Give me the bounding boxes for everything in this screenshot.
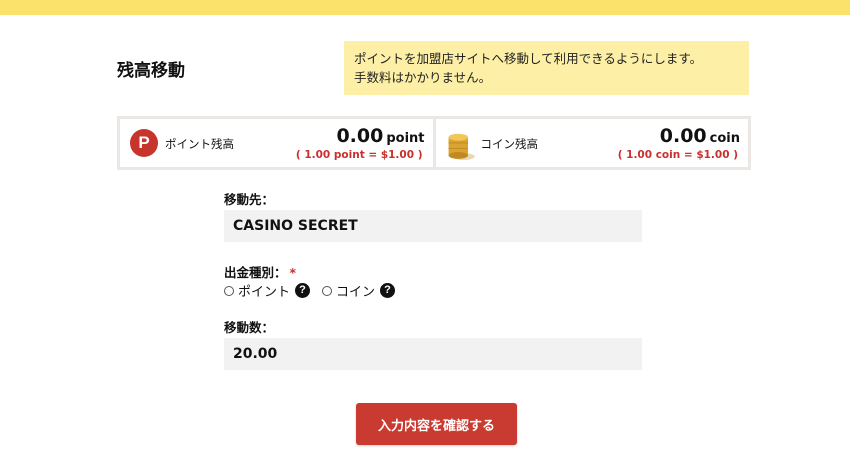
withdraw-type-radio-group: ポイント ? コイン ? xyxy=(224,281,407,300)
top-bar xyxy=(0,0,850,15)
point-balance-amount: 0.00 point xyxy=(336,125,424,147)
coin-balance-unit: coin xyxy=(709,131,740,146)
radio-point-circle[interactable] xyxy=(224,285,234,296)
point-balance-label: ポイント残高 xyxy=(165,137,234,151)
info-line-1: ポイントを加盟店サイトへ移動して利用できるようにします。 xyxy=(354,51,703,66)
coin-balance-label: コイン残高 xyxy=(480,137,539,151)
info-line-2: 手数料はかかりません。 xyxy=(354,70,492,85)
point-rate: ( 1.00 point = $1.00 ) xyxy=(295,149,423,161)
balance-panel: P ポイント残高 0.00 point ( 1.00 point = $1.00 … xyxy=(117,116,751,170)
point-help-icon[interactable]: ? xyxy=(295,283,311,298)
coin-stack-icon xyxy=(448,133,475,160)
info-box: ポイントを加盟店サイトへ移動して利用できるようにします。 手数料はかかりません。 xyxy=(344,41,749,95)
withdraw-type-label: 出金種別： * xyxy=(224,262,296,281)
coin-balance-amount: 0.00 coin xyxy=(660,125,740,147)
confirm-button[interactable]: 入力内容を確認する xyxy=(356,403,517,445)
coin-balance-value: 0.00 xyxy=(659,125,707,147)
point-balance-unit: point xyxy=(386,131,425,146)
destination-field: CASINO SECRET xyxy=(224,210,642,242)
page-title: 残高移動 xyxy=(117,61,185,81)
radio-coin-label: コイン xyxy=(336,285,376,300)
required-mark: * xyxy=(289,265,297,280)
coin-rate: ( 1.00 coin = $1.00 ) xyxy=(617,149,738,161)
radio-coin[interactable]: コイン ? xyxy=(322,281,396,300)
radio-point-label: ポイント xyxy=(238,285,291,300)
point-balance-card: P ポイント残高 0.00 point ( 1.00 point = $1.00 … xyxy=(120,119,433,167)
coin-help-icon[interactable]: ? xyxy=(380,283,396,298)
amount-label: 移動数： xyxy=(224,320,275,335)
radio-point[interactable]: ポイント ? xyxy=(224,281,311,300)
point-icon: P xyxy=(130,129,158,157)
point-balance-value: 0.00 xyxy=(336,125,384,147)
withdraw-type-label-text: 出金種別： xyxy=(224,265,287,280)
destination-label: 移動先： xyxy=(224,192,275,207)
amount-field[interactable]: 20.00 xyxy=(224,338,642,370)
radio-coin-circle[interactable] xyxy=(322,285,333,296)
coin-balance-card: コイン残高 0.00 coin ( 1.00 coin = $1.00 ) xyxy=(435,119,748,167)
